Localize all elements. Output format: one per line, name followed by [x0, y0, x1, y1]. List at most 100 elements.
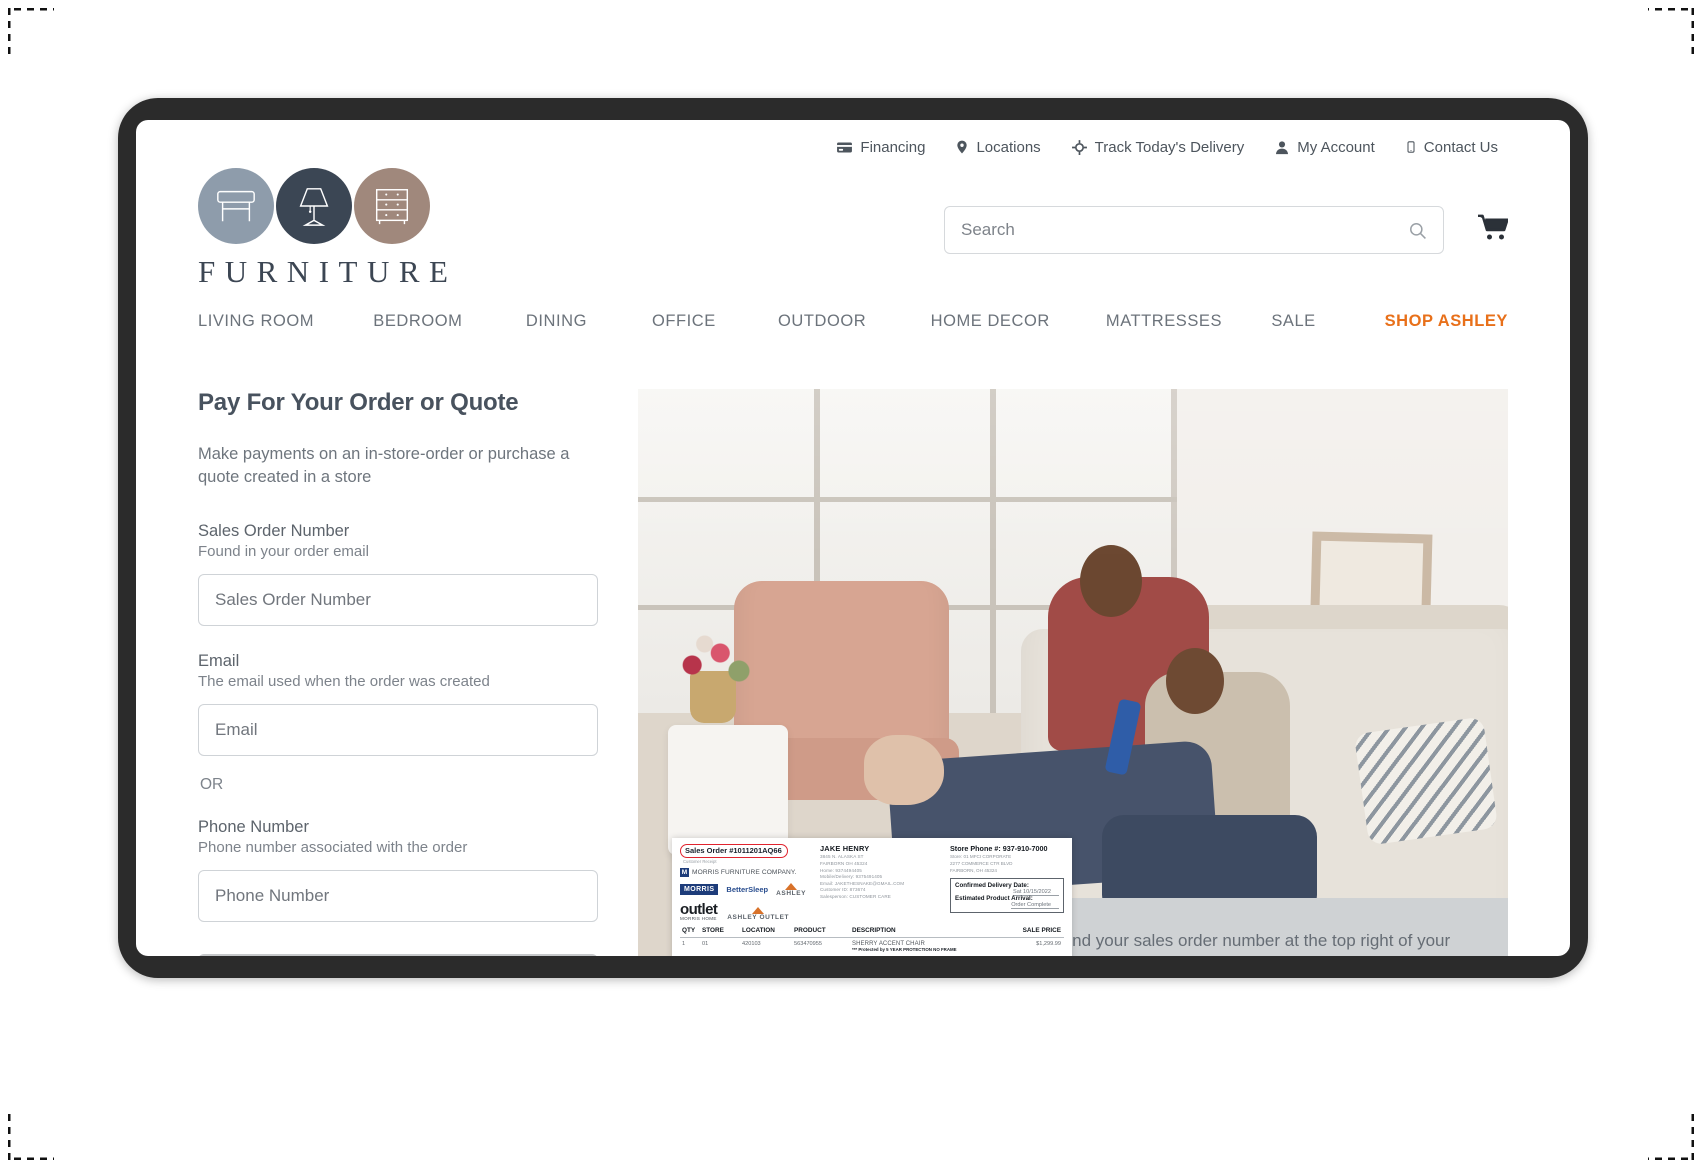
tablet-device-frame: Financing Locations Track Today's Delive…: [118, 98, 1588, 978]
store-phone: Store Phone #: 937-910-7000: [950, 843, 1048, 853]
utility-link-financing[interactable]: Financing: [836, 139, 925, 156]
main-nav: LIVING ROOM BEDROOM DINING OFFICE OUTDOO…: [136, 290, 1570, 331]
hero-caption-text: Find your sales order number at the top …: [1058, 930, 1451, 950]
store-detail: 2277 COMMERCE CTR BLVD: [950, 861, 1013, 867]
flower-arrangement: [674, 629, 753, 689]
customer-detail: Email: JAKETHESNAKE@GMAIL.COM: [820, 880, 905, 886]
side-table: [668, 725, 789, 855]
col-header-product: PRODUCT: [794, 927, 826, 935]
utility-label: Track Today's Delivery: [1094, 138, 1245, 156]
utility-link-track-delivery[interactable]: Track Today's Delivery: [1071, 138, 1245, 156]
corner-decoration-icon: [1648, 8, 1694, 54]
ashley-roof-icon: [785, 882, 798, 890]
customer-detail: Customer ID: 873674: [820, 887, 866, 893]
browser-viewport: Financing Locations Track Today's Delive…: [136, 120, 1570, 956]
corner-decoration-icon: [1648, 1114, 1694, 1160]
col-header-location: LOCATION: [742, 927, 775, 935]
user-icon: [1276, 140, 1289, 154]
page-title: Pay For Your Order or Quote: [198, 389, 519, 416]
person-head: [1079, 545, 1142, 618]
utility-label: Locations: [976, 138, 1041, 156]
store-detail: Store: 01 MFCI CORPORATE: [950, 854, 1012, 860]
col-header-store: STORE: [702, 927, 724, 935]
nav-item-dining[interactable]: DINING: [526, 312, 652, 331]
nav-item-sale[interactable]: SALE: [1271, 312, 1384, 331]
sales-order-number-input[interactable]: [198, 573, 598, 626]
email-input[interactable]: [198, 703, 598, 756]
company-badge: M: [680, 867, 689, 877]
page-content: Pay For Your Order or Quote Make payment…: [136, 331, 1570, 956]
customer-detail: Salesperson: CUSTOMER CARE: [820, 894, 891, 899]
customer-detail: 3845 N. ALASKA ST: [820, 854, 864, 860]
cart-button[interactable]: [1478, 214, 1509, 246]
corner-decoration-icon: [8, 1114, 54, 1160]
brand-ashley-outlet: ASHLEY OUTLET: [727, 907, 789, 921]
header-right-zone: [668, 160, 1509, 254]
table-icon: [217, 190, 255, 222]
company-logo-row: M MORRIS FURNITURE COMPANY.: [680, 867, 812, 877]
phone-number-input[interactable]: [198, 869, 598, 922]
col-header-sale-price: SALE PRICE: [1022, 927, 1061, 935]
nav-item-shop-ashley[interactable]: SHOP ASHLEY: [1385, 312, 1508, 331]
utility-label: Contact Us: [1423, 138, 1498, 156]
customer-block: JAKE HENRY 3845 N. ALASKA ST FAIRBORN OH…: [820, 844, 942, 922]
logo-circle-lamp: [276, 168, 352, 244]
logo-circle-dresser: [354, 168, 430, 244]
bare-feet: [864, 735, 945, 806]
ashley-roof-icon: [752, 907, 765, 915]
customer-name: JAKE HENRY: [820, 843, 870, 853]
sales-order-receipt-preview: Sales Order #1011201AQ66 Customer Receip…: [672, 837, 1072, 956]
company-name: MORRIS FURNITURE COMPANY.: [692, 868, 797, 876]
cell-store: 01: [702, 941, 709, 948]
screenshot-stage: Financing Locations Track Today's Delive…: [0, 0, 1702, 1168]
hero-caption-band: Find your sales order number at the top …: [1036, 897, 1508, 956]
search-box[interactable]: [944, 206, 1444, 254]
hero-section: Find your sales order number at the top …: [638, 389, 1508, 956]
nav-item-bedroom[interactable]: BEDROOM: [373, 312, 526, 331]
col-header-description: DESCRIPTION: [852, 927, 896, 935]
or-divider: OR: [200, 775, 224, 793]
utility-link-locations[interactable]: Locations: [955, 138, 1041, 156]
field-help-text: The email used when the order was create…: [198, 672, 490, 690]
utility-label: My Account: [1297, 138, 1375, 156]
field-phone-number: Phone Number Phone number associated wit…: [198, 818, 598, 922]
corner-decoration-icon: [8, 8, 54, 54]
utility-link-contact-us[interactable]: Contact Us: [1405, 138, 1498, 156]
field-help-text: Phone number associated with the order: [198, 838, 468, 856]
brand-ashley: ASHLEY: [776, 882, 806, 897]
credit-card-icon: [837, 142, 853, 152]
window-mullion: [638, 497, 1178, 502]
look-up-order-button[interactable]: LOOK UP ORDER: [198, 953, 598, 956]
cell-qty: 1: [682, 941, 686, 948]
nav-item-outdoor[interactable]: OUTDOOR: [778, 312, 931, 331]
utility-link-my-account[interactable]: My Account: [1274, 139, 1375, 156]
lamp-icon: [299, 188, 329, 226]
brand-wordmark: FURNITURE: [198, 254, 458, 289]
brand-logo-row-2: outlet MORRIS HOME ASHLEY OUTLET: [680, 902, 812, 922]
field-help-text: Found in your order email: [198, 542, 369, 560]
brand-logo-row-1: MORRIS BetterSleep ASHLEY: [680, 882, 812, 897]
field-email: Email The email used when the order was …: [198, 652, 598, 756]
receipt-subline: Customer Receipt: [683, 858, 717, 864]
store-block: Store Phone #: 937-910-7000 Store: 01 MF…: [950, 844, 1064, 922]
customer-detail: Mobile/Delivery: 9375491405: [820, 874, 883, 880]
estimated-arrival-label: Estimated Product Arrival:: [955, 894, 1033, 902]
field-label: Phone Number: [198, 817, 309, 836]
brand-logo[interactable]: FURNITURE: [198, 160, 668, 290]
table-header-row: QTY STORE LOCATION PRODUCT DESCRIPTION S…: [680, 927, 1064, 939]
nav-item-mattresses[interactable]: MATTRESSES: [1106, 312, 1271, 331]
shopping-cart-icon: [1478, 214, 1509, 240]
cell-sale-price: $1,299.99: [1036, 941, 1061, 948]
person-head: [1166, 648, 1225, 715]
search-input[interactable]: [961, 220, 1408, 240]
field-label: Email: [198, 651, 240, 670]
nav-item-home-decor[interactable]: HOME DECOR: [931, 312, 1106, 331]
sales-order-number-highlight: Sales Order #1011201AQ66: [680, 843, 788, 858]
brand-bettersleep: BetterSleep: [726, 885, 769, 895]
field-label: Sales Order Number: [198, 521, 350, 540]
table-row: 1 01 420103 563470955 SHERRY ACCENT CHAI…: [680, 938, 1064, 956]
nav-item-office[interactable]: OFFICE: [652, 312, 778, 331]
nav-item-living-room[interactable]: LIVING ROOM: [198, 312, 373, 331]
cell-product: 563470955: [794, 941, 822, 948]
search-icon[interactable]: [1408, 221, 1427, 240]
